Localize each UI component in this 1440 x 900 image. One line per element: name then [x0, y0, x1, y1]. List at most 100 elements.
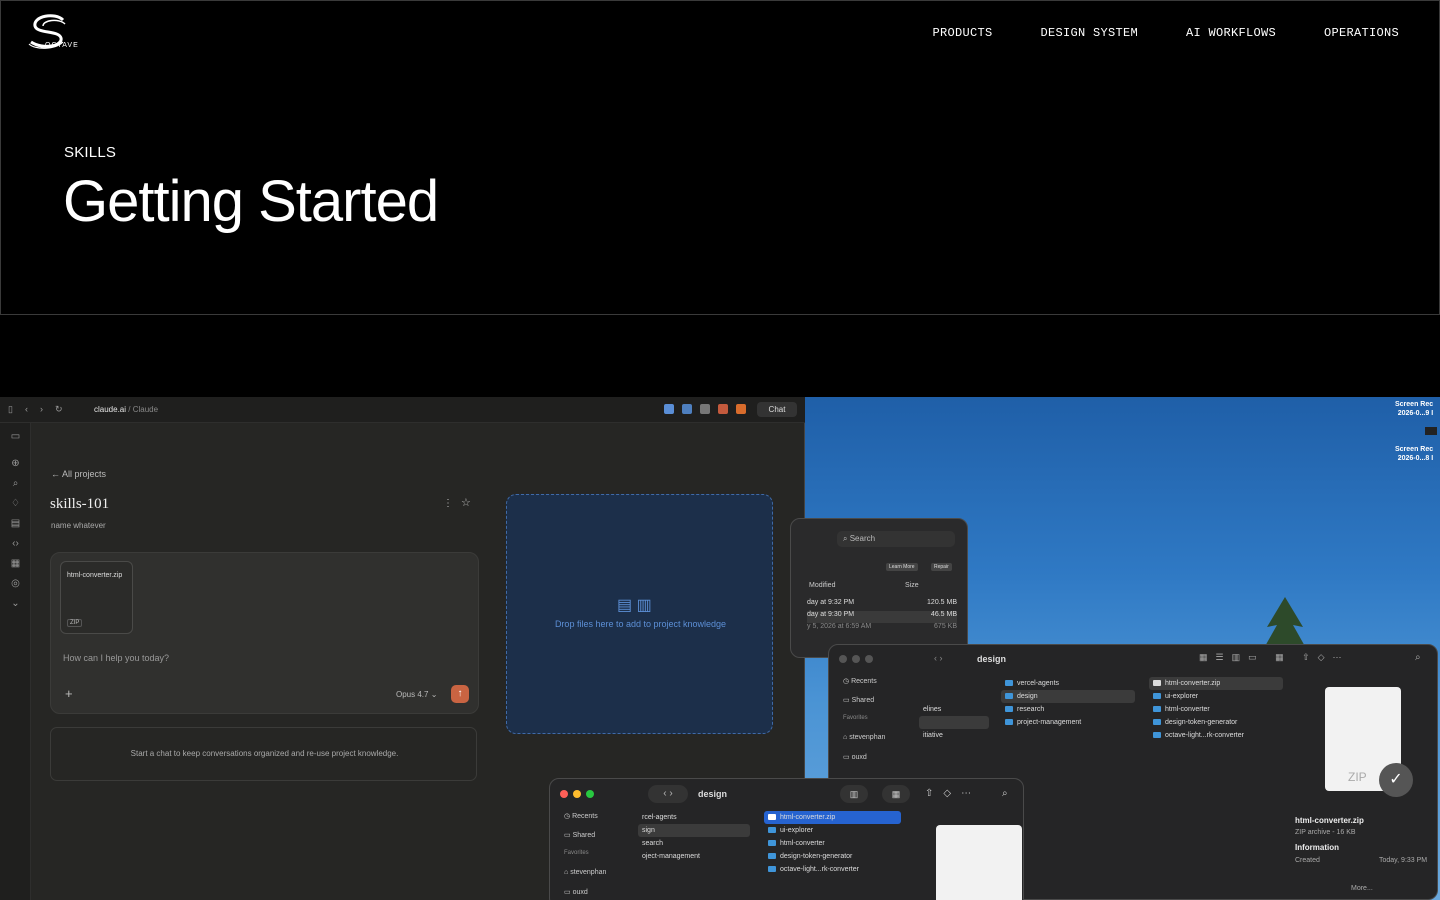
- address-bar[interactable]: claude.ai / Claude: [94, 405, 158, 414]
- list-item[interactable]: [919, 690, 989, 703]
- list-item[interactable]: design: [1001, 690, 1135, 703]
- view-options-icon[interactable]: ▦☰▥▭ ▦ ⇧◇⋯: [1199, 652, 1350, 663]
- project-knowledge-dropzone[interactable]: ▤ ▥ Drop files here to add to project kn…: [506, 494, 773, 734]
- list-item[interactable]: html-converter: [1149, 703, 1283, 716]
- list-item[interactable]: search: [638, 837, 750, 850]
- search-icon[interactable]: ⌕: [1415, 652, 1421, 663]
- briefcase-icon[interactable]: ▦: [10, 558, 21, 569]
- bell-icon[interactable]: ♢: [10, 498, 21, 509]
- search-input[interactable]: ⌕ Search: [837, 531, 955, 547]
- nav-design-system[interactable]: DESIGN SYSTEM: [1040, 26, 1138, 40]
- star-icon[interactable]: ☆: [461, 496, 471, 509]
- extension-icon[interactable]: [718, 404, 728, 414]
- camera-icon[interactable]: [700, 404, 710, 414]
- share-tag-more-icons[interactable]: ⇧◇⋯: [925, 788, 981, 799]
- sidebar-item-folder[interactable]: ▭ ouxd: [564, 888, 606, 900]
- column-header-size[interactable]: Size: [905, 582, 919, 589]
- back-forward-icon[interactable]: ‹ ›: [648, 785, 688, 803]
- minimize-icon[interactable]: [852, 655, 860, 663]
- search-icon[interactable]: ⌕: [10, 478, 21, 489]
- desktop-file-icon[interactable]: [1425, 427, 1437, 435]
- zip-preview-label: ZIP: [1348, 770, 1367, 784]
- desktop-file-label[interactable]: Screen Rec 2026-0...8 I: [1395, 445, 1433, 463]
- add-attachment-button[interactable]: +: [65, 686, 73, 701]
- sidebar-item-shared[interactable]: ▭ Shared: [843, 696, 885, 715]
- list-item[interactable]: y 5, 2026 at 6:59 AM 675 KB: [807, 623, 957, 635]
- list-item[interactable]: html-converter.zip: [764, 811, 901, 824]
- send-button[interactable]: ↑: [451, 685, 469, 703]
- list-item[interactable]: [919, 716, 989, 729]
- projects-icon[interactable]: ▤: [10, 518, 21, 529]
- list-item[interactable]: sign: [638, 824, 750, 837]
- list-item[interactable]: octave-light...rk-converter: [764, 863, 901, 876]
- desktop-file-label[interactable]: Screen Rec 2026-0...9 I: [1395, 400, 1433, 418]
- list-item[interactable]: design-token-generator: [1149, 716, 1283, 729]
- list-item[interactable]: oject-management: [638, 850, 750, 863]
- sidebar-item-home[interactable]: ⌂ stevenphan: [843, 734, 885, 753]
- sidebar-item-recents[interactable]: ◷ Recents: [843, 677, 885, 696]
- message-input[interactable]: How can I help you today?: [63, 653, 169, 663]
- reload-icon[interactable]: ↻: [55, 404, 63, 415]
- sidebar-item-shared[interactable]: ▭ Shared: [564, 831, 606, 850]
- close-icon[interactable]: [839, 655, 847, 663]
- minimize-icon[interactable]: [573, 790, 581, 798]
- list-item[interactable]: [919, 677, 989, 690]
- finder-sidebar: ◷ Recents ▭ Shared Favorites ⌂ stevenpha…: [843, 677, 885, 772]
- all-projects-link[interactable]: ← All projects: [51, 469, 106, 479]
- sidebar-toggle-icon[interactable]: ▯: [8, 404, 13, 415]
- repair-button[interactable]: Repair: [931, 563, 952, 571]
- search-icon[interactable]: ⌕: [1002, 788, 1008, 799]
- palette-icon[interactable]: ◎: [10, 578, 21, 589]
- more-button[interactable]: More...: [1351, 885, 1373, 892]
- code-icon[interactable]: ‹›: [10, 538, 21, 549]
- chat-button[interactable]: Chat: [757, 402, 797, 417]
- group-icon[interactable]: ▦: [882, 785, 910, 803]
- list-item[interactable]: html-converter.zip: [1149, 677, 1283, 690]
- attached-file-card[interactable]: html-converter.zip ZIP: [60, 561, 133, 634]
- zoom-icon[interactable]: [865, 655, 873, 663]
- list-item[interactable]: day at 9:30 PM 46.5 MB: [807, 611, 957, 623]
- list-item[interactable]: ui-explorer: [1149, 690, 1283, 703]
- list-item[interactable]: project-management: [1001, 716, 1135, 729]
- list-item[interactable]: itiative: [919, 729, 989, 742]
- sidebar-expand-icon[interactable]: ▭: [10, 431, 21, 442]
- list-item[interactable]: day at 9:32 PM 120.5 MB: [807, 599, 957, 611]
- column-view-icon[interactable]: ▥: [840, 785, 868, 803]
- sidebar-item-recents[interactable]: ◷ Recents: [564, 812, 606, 831]
- list-item[interactable]: research: [1001, 703, 1135, 716]
- close-icon[interactable]: [560, 790, 568, 798]
- back-icon[interactable]: ‹: [25, 404, 28, 415]
- more-options-icon[interactable]: ⋮: [443, 498, 453, 509]
- nav-operations[interactable]: OPERATIONS: [1324, 26, 1399, 40]
- created-value: Today, 9:33 PM: [1379, 857, 1428, 864]
- nav-products[interactable]: PRODUCTS: [932, 26, 992, 40]
- hero-section: SKILLS Getting Started: [0, 64, 1440, 315]
- sidebar-item-folder[interactable]: ▭ ouxd: [843, 753, 885, 772]
- list-item[interactable]: elines: [919, 703, 989, 716]
- sidebar-item-home[interactable]: ⌂ stevenphan: [564, 869, 606, 888]
- created-label: Created: [1295, 857, 1320, 864]
- list-item[interactable]: octave-light...rk-converter: [1149, 729, 1283, 742]
- list-item[interactable]: design-token-generator: [764, 850, 901, 863]
- column-header-modified[interactable]: Modified: [809, 582, 835, 589]
- model-selector[interactable]: Opus 4.7 ⌄: [396, 690, 437, 699]
- extension-icon[interactable]: [682, 404, 692, 414]
- project-subtitle: name whatever: [51, 521, 106, 530]
- new-chat-icon[interactable]: ⊕: [10, 458, 21, 469]
- main-nav: PRODUCTS DESIGN SYSTEM AI WORKFLOWS OPER…: [932, 26, 1399, 40]
- forward-icon[interactable]: ›: [40, 404, 43, 415]
- chat-composer: html-converter.zip ZIP How can I help yo…: [50, 552, 479, 714]
- extension-icon[interactable]: [664, 404, 674, 414]
- nav-ai-workflows[interactable]: AI WORKFLOWS: [1186, 26, 1276, 40]
- back-forward-icon[interactable]: ‹ ›: [934, 653, 943, 663]
- learn-more-button[interactable]: Learn More: [886, 563, 918, 571]
- list-item[interactable]: rcel-agents: [638, 811, 750, 824]
- list-item[interactable]: html-converter: [764, 837, 901, 850]
- finder-column-partial: elines itiative: [919, 677, 989, 742]
- zoom-icon[interactable]: [586, 790, 594, 798]
- file-type-badge: ZIP: [67, 619, 83, 627]
- list-item[interactable]: ui-explorer: [764, 824, 901, 837]
- list-item[interactable]: vercel-agents: [1001, 677, 1135, 690]
- extension-icon[interactable]: [736, 404, 746, 414]
- chevron-down-icon[interactable]: ⌄: [10, 598, 21, 609]
